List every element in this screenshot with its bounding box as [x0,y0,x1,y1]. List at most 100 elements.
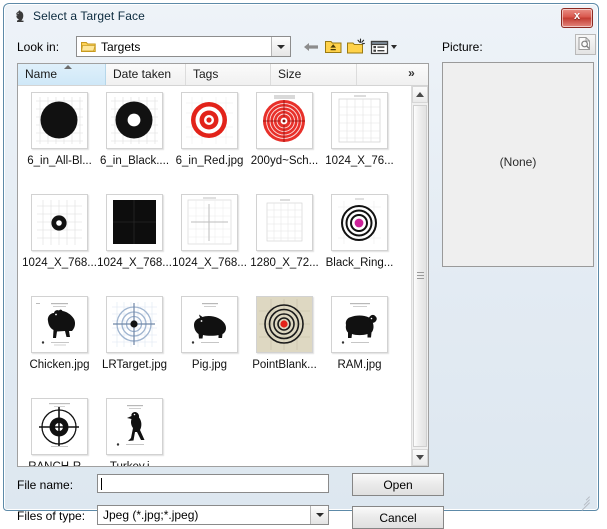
lookin-value: Targets [101,40,140,54]
column-header-row: Name Date taken Tags Size » [18,64,428,86]
files-of-type-value: Jpeg (*.jpg;*.jpeg) [103,508,198,522]
black-donut-target-icon [106,92,163,149]
file-tile-label: 1024_X_768... [172,257,247,269]
file-tile-1024-x-768-a[interactable]: 1024_X_76... [322,92,397,167]
file-tile-label: RANCH-R... [22,461,97,466]
window-title: Select a Target Face [33,9,145,23]
file-list-scrollbar[interactable] [411,86,428,466]
file-tile-lrtarget[interactable]: LRTarget.jpg [97,296,172,371]
file-row: Chicken.jpg [18,290,411,392]
column-header-name-label: Name [25,67,57,81]
file-tile-6-in-red[interactable]: 6_in_Red.jpg [172,92,247,167]
file-row: 1024_X_768... 1024_X_7 [18,188,411,290]
column-header-date-taken-label: Date taken [113,67,171,81]
scroll-down-arrow-icon[interactable] [412,449,428,466]
file-tile-label: 1024_X_768... [22,257,97,269]
dialog-body: Look in: Targets [12,32,592,504]
text-caret [101,478,102,490]
black-ring-crosshair-target-icon [31,398,88,455]
small-black-donut-grid-target-icon [31,194,88,251]
open-button-label: Open [383,478,412,492]
file-tile-label: 6_in_Red.jpg [172,155,247,167]
file-tile-chicken[interactable]: Chicken.jpg [22,296,97,371]
scroll-up-arrow-icon[interactable] [412,86,428,103]
column-header-overflow[interactable]: » [395,64,428,85]
file-name-label: File name: [17,478,73,492]
file-tile-label: Chicken.jpg [22,359,97,371]
column-header-date-taken[interactable]: Date taken [106,64,186,85]
chevron-down-icon[interactable] [271,37,290,56]
long-range-crosshair-target-icon [106,296,163,353]
file-tile-label: 1280_X_72... [247,257,322,269]
faint-crosshair-grid-target-icon [181,194,238,251]
blank-grid-target-icon [256,194,313,251]
lookin-label: Look in: [17,40,59,54]
file-tile-1024-x-768-c[interactable]: 1024_X_768... [97,194,172,269]
file-name-input[interactable] [97,474,329,493]
cancel-button[interactable]: Cancel [352,506,444,529]
red-bullseye-target-icon [181,92,238,149]
tan-rings-red-center-target-icon [256,296,313,353]
red-sighting-in-target-icon [256,92,313,149]
up-one-level-button[interactable] [323,37,344,57]
files-of-type-combobox[interactable]: Jpeg (*.jpg;*.jpeg) [97,505,329,525]
lookin-combobox[interactable]: Targets [76,36,291,57]
column-header-name[interactable]: Name [18,64,106,85]
column-header-tags[interactable]: Tags [186,64,271,85]
file-tile-label: Black_Ring... [322,257,397,269]
column-header-size[interactable]: Size [271,64,357,85]
chevron-down-icon[interactable] [310,506,328,524]
file-tile-6-in-black[interactable]: 6_in_Black.... [97,92,172,167]
picture-preview-pane: (None) [442,62,594,267]
resize-grip[interactable] [578,491,590,503]
new-folder-button[interactable] [346,37,367,57]
file-tile-label: LRTarget.jpg [97,359,172,371]
scroll-thumb-grip [417,272,424,280]
solid-black-square-target-icon [106,194,163,251]
cancel-button-label: Cancel [379,511,416,525]
scroll-thumb[interactable] [413,105,427,447]
black-rings-magenta-center-target-icon [331,194,388,251]
back-button[interactable] [301,37,322,57]
files-of-type-label: Files of type: [17,509,85,523]
views-button[interactable] [369,37,399,57]
chicken-silhouette-target-icon [31,296,88,353]
preview-zoom-icon[interactable] [575,34,596,55]
picture-empty-text: (None) [443,155,593,169]
close-button[interactable]: x [561,8,593,28]
file-tile-200yd-sch[interactable]: 200yd~Sch... [247,92,322,167]
open-button[interactable]: Open [352,473,444,496]
file-tile-1024-x-768-d[interactable]: 1024_X_768... [172,194,247,269]
turkey-silhouette-target-icon [106,398,163,455]
file-tile-6-in-all-black[interactable]: 6_in_All-Bl... [22,92,97,167]
app-icon [12,9,28,25]
file-tile-label: 6_in_All-Bl... [22,155,97,167]
file-tile-turkey[interactable]: Turkey.j... [97,398,172,466]
file-tile-ranch-r[interactable]: RANCH-R... [22,398,97,466]
file-tile-label: 200yd~Sch... [247,155,322,167]
file-tile-black-ring[interactable]: Black_Ring... [322,194,397,269]
file-tile-label: PointBlank... [247,359,322,371]
file-tile-ram[interactable]: RAM.jpg [322,296,397,371]
file-tile-pig[interactable]: Pig.jpg [172,296,247,371]
file-tile-1024-x-768-b[interactable]: 1024_X_768... [22,194,97,269]
file-row: RANCH-R... [18,392,411,466]
ram-silhouette-target-icon [331,296,388,353]
select-target-face-dialog: Select a Target Face x Look in: Targets [3,3,599,511]
file-tile-label: Turkey.j... [97,461,172,466]
title-bar: Select a Target Face x [4,4,598,31]
close-icon: x [562,10,592,22]
file-tile-1280-x-72[interactable]: 1280_X_72... [247,194,322,269]
file-tile-label: 1024_X_768... [97,257,172,269]
lookin-row: Look in: Targets [12,36,432,60]
picture-label: Picture: [442,40,483,54]
file-tile-label: 6_in_Black.... [97,155,172,167]
file-tile-label: Pig.jpg [172,359,247,371]
file-tile-pointblank[interactable]: PointBlank... [247,296,322,371]
column-header-size-label: Size [278,67,301,81]
column-header-tags-label: Tags [193,67,218,81]
file-tile-label: RAM.jpg [322,359,397,371]
file-list-view[interactable]: Name Date taken Tags Size » [17,63,429,467]
pig-silhouette-target-icon [181,296,238,353]
file-items-area: 6_in_All-Bl... [18,86,411,466]
